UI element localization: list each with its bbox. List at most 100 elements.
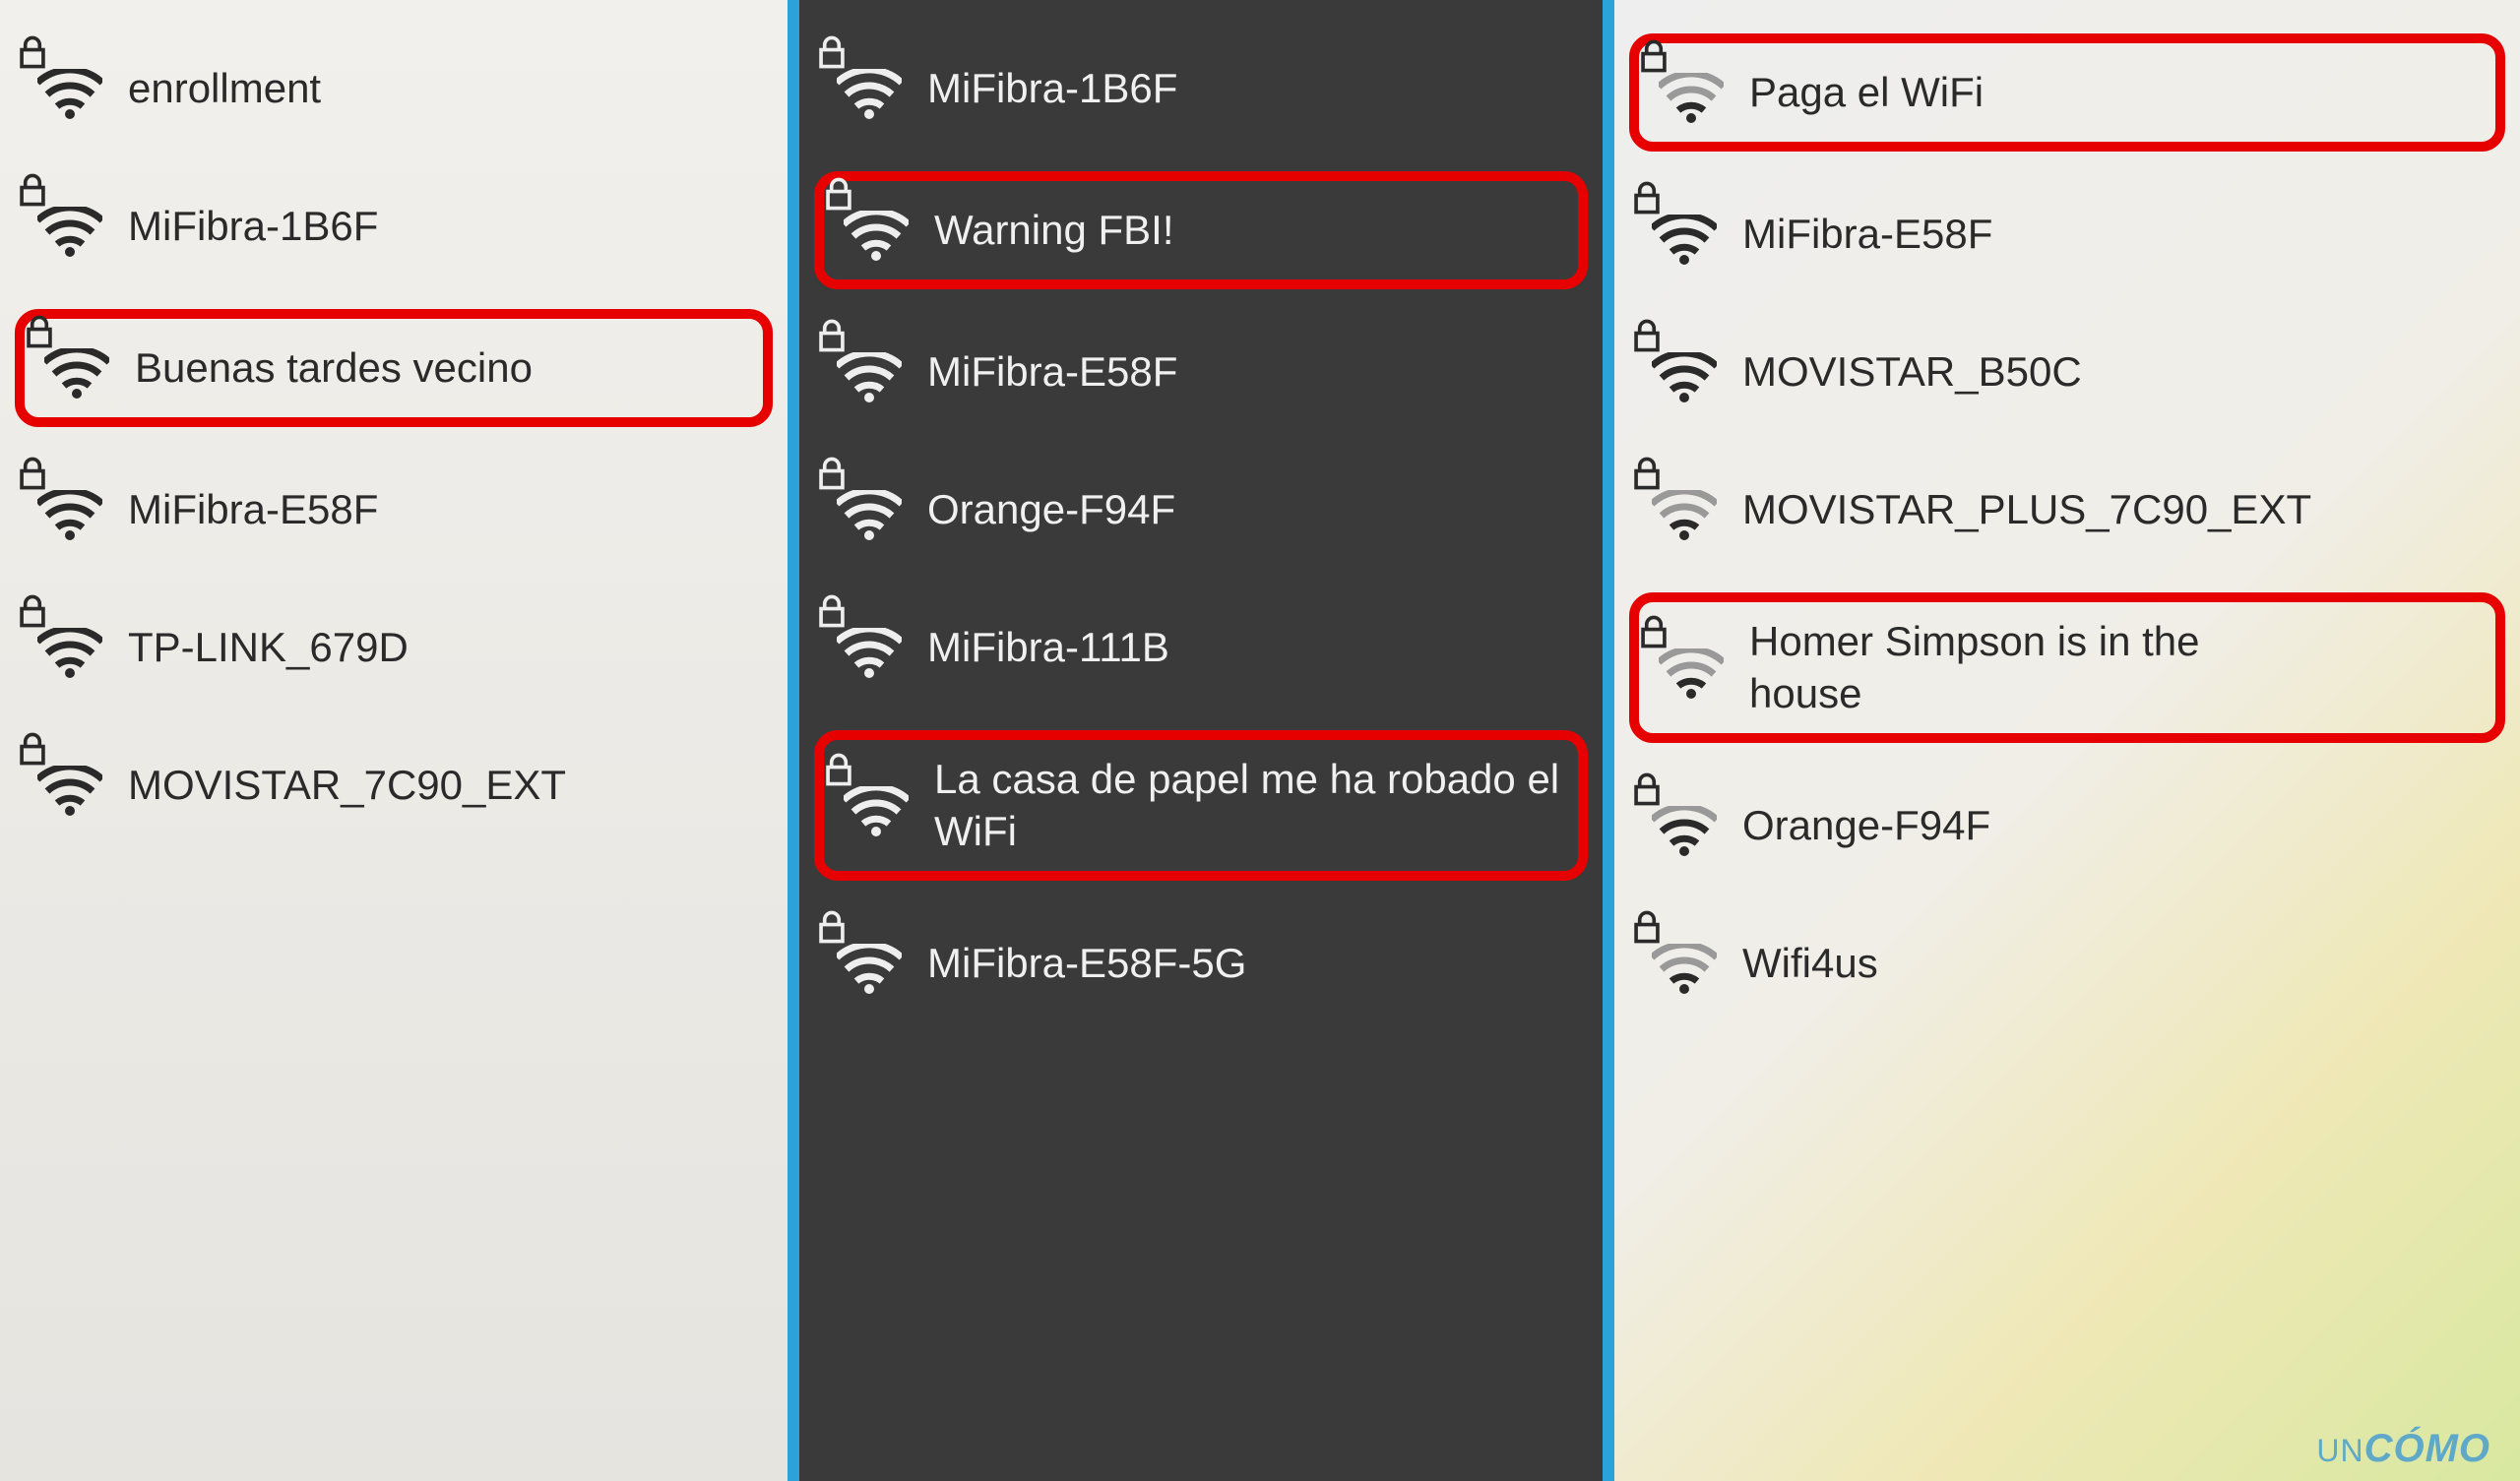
- wifi-icon-stack: [836, 195, 907, 266]
- wifi-icon-stack: [829, 612, 900, 683]
- wifi-signal-icon: [844, 211, 909, 262]
- wifi-icon-stack: [36, 333, 107, 403]
- wifi-icon-stack: [1644, 474, 1715, 545]
- wifi-signal-icon: [37, 628, 102, 679]
- wifi-icon-stack: [829, 928, 900, 999]
- wifi-network-name: Orange-F94F: [927, 484, 1175, 536]
- wifi-network-item-highlighted[interactable]: Warning FBI!: [814, 171, 1588, 289]
- wifi-icon-stack: [30, 612, 100, 683]
- wifi-network-name: MiFibra-1B6F: [128, 201, 378, 253]
- lock-icon: [824, 753, 853, 786]
- lock-icon: [817, 910, 847, 944]
- wifi-network-name: Wifi4us: [1742, 938, 1878, 990]
- wifi-network-item[interactable]: MiFibra-1B6F: [15, 171, 773, 281]
- wifi-signal-icon: [1652, 490, 1717, 541]
- wifi-network-name: enrollment: [128, 63, 321, 115]
- wifi-network-item-highlighted[interactable]: La casa de papel me ha robado el WiFi: [814, 730, 1588, 881]
- wifi-signal-icon: [1652, 806, 1717, 857]
- wifi-signal-icon: [837, 490, 902, 541]
- wifi-signal-icon: [837, 69, 902, 120]
- wifi-network-item-highlighted[interactable]: Paga el WiFi: [1629, 33, 2505, 152]
- wifi-panel-right: Paga el WiFi MiFibra-E58F MOVISTAR_B50C …: [1614, 0, 2520, 1481]
- wifi-signal-icon: [37, 490, 102, 541]
- wifi-network-name: Homer Simpson is in the house: [1749, 616, 2261, 719]
- lock-icon: [817, 457, 847, 490]
- wifi-signal-icon: [37, 207, 102, 258]
- wifi-network-item-highlighted[interactable]: Homer Simpson is in the house: [1629, 592, 2505, 743]
- lock-icon: [1632, 319, 1662, 352]
- wifi-network-item[interactable]: Orange-F94F: [1629, 771, 2505, 881]
- wifi-panel-left: enrollment MiFibra-1B6F Buenas tardes ve…: [0, 0, 788, 1481]
- wifi-icon-stack: [30, 750, 100, 821]
- wifi-network-name: MOVISTAR_B50C: [1742, 346, 2082, 399]
- lock-icon: [1632, 457, 1662, 490]
- lock-icon: [1632, 772, 1662, 806]
- lock-icon: [1639, 39, 1669, 73]
- lock-icon: [817, 594, 847, 628]
- wifi-network-item[interactable]: TP-LINK_679D: [15, 592, 773, 703]
- wifi-icon-stack: [1651, 633, 1722, 704]
- wifi-icon-stack: [30, 474, 100, 545]
- wifi-icon-stack: [1644, 928, 1715, 999]
- wifi-signal-icon: [44, 348, 109, 400]
- wifi-network-item[interactable]: MOVISTAR_B50C: [1629, 317, 2505, 427]
- wifi-icon-stack: [30, 53, 100, 124]
- lock-icon: [1632, 181, 1662, 215]
- lock-icon: [18, 457, 47, 490]
- wifi-signal-icon: [1652, 215, 1717, 266]
- lock-icon: [824, 177, 853, 211]
- lock-icon: [817, 35, 847, 69]
- lock-icon: [18, 173, 47, 207]
- wifi-network-name: MiFibra-111B: [927, 622, 1169, 674]
- wifi-network-name: Orange-F94F: [1742, 800, 1990, 852]
- wifi-signal-icon: [1659, 73, 1724, 124]
- lock-icon: [18, 594, 47, 628]
- wifi-signal-icon: [837, 352, 902, 403]
- wifi-network-name: La casa de papel me ha robado el WiFi: [934, 754, 1564, 857]
- wifi-network-item[interactable]: MiFibra-E58F: [15, 455, 773, 565]
- wifi-network-name: Warning FBI!: [934, 205, 1174, 257]
- wifi-signal-icon: [37, 766, 102, 817]
- wifi-signal-icon: [37, 69, 102, 120]
- wifi-signal-icon: [837, 628, 902, 679]
- wifi-network-item[interactable]: Wifi4us: [1629, 908, 2505, 1018]
- wifi-icon-stack: [1651, 57, 1722, 128]
- lock-icon: [1632, 910, 1662, 944]
- wifi-signal-icon: [837, 944, 902, 995]
- watermark-prefix: UN: [2316, 1433, 2363, 1468]
- wifi-icon-stack: [829, 474, 900, 545]
- wifi-network-item[interactable]: Orange-F94F: [814, 455, 1588, 565]
- wifi-signal-icon: [1659, 648, 1724, 700]
- wifi-network-name: MiFibra-E58F: [927, 346, 1177, 399]
- wifi-network-item[interactable]: MiFibra-111B: [814, 592, 1588, 703]
- wifi-network-item[interactable]: MiFibra-E58F-5G: [814, 908, 1588, 1018]
- wifi-icon-stack: [836, 771, 907, 841]
- lock-icon: [18, 732, 47, 766]
- wifi-network-name: MiFibra-E58F: [128, 484, 378, 536]
- lock-icon: [1639, 615, 1669, 648]
- wifi-signal-icon: [844, 786, 909, 837]
- wifi-network-item[interactable]: MiFibra-E58F: [1629, 179, 2505, 289]
- wifi-signal-icon: [1652, 352, 1717, 403]
- wifi-network-item-highlighted[interactable]: Buenas tardes vecino: [15, 309, 773, 427]
- wifi-network-name: Buenas tardes vecino: [135, 342, 533, 395]
- wifi-icon-stack: [1644, 199, 1715, 270]
- wifi-network-item[interactable]: MOVISTAR_7C90_EXT: [15, 730, 773, 840]
- wifi-network-item[interactable]: MiFibra-1B6F: [814, 33, 1588, 144]
- wifi-network-item[interactable]: MOVISTAR_PLUS_7C90_EXT: [1629, 455, 2505, 565]
- watermark-suffix: CÓMO: [2364, 1427, 2490, 1470]
- wifi-panel-center: MiFibra-1B6F Warning FBI! MiFibra-E58F O…: [788, 0, 1614, 1481]
- wifi-network-name: MiFibra-E58F-5G: [927, 938, 1246, 990]
- wifi-network-name: Paga el WiFi: [1749, 67, 1984, 119]
- wifi-icon-stack: [30, 191, 100, 262]
- wifi-network-item[interactable]: MiFibra-E58F: [814, 317, 1588, 427]
- wifi-icon-stack: [829, 53, 900, 124]
- lock-icon: [817, 319, 847, 352]
- wifi-network-item[interactable]: enrollment: [15, 33, 773, 144]
- wifi-icon-stack: [1644, 337, 1715, 407]
- watermark-logo: UNCÓMO: [2316, 1427, 2490, 1471]
- wifi-network-name: MiFibra-E58F: [1742, 209, 1992, 261]
- wifi-network-name: MOVISTAR_PLUS_7C90_EXT: [1742, 484, 2311, 536]
- wifi-signal-icon: [1652, 944, 1717, 995]
- wifi-network-name: TP-LINK_679D: [128, 622, 409, 674]
